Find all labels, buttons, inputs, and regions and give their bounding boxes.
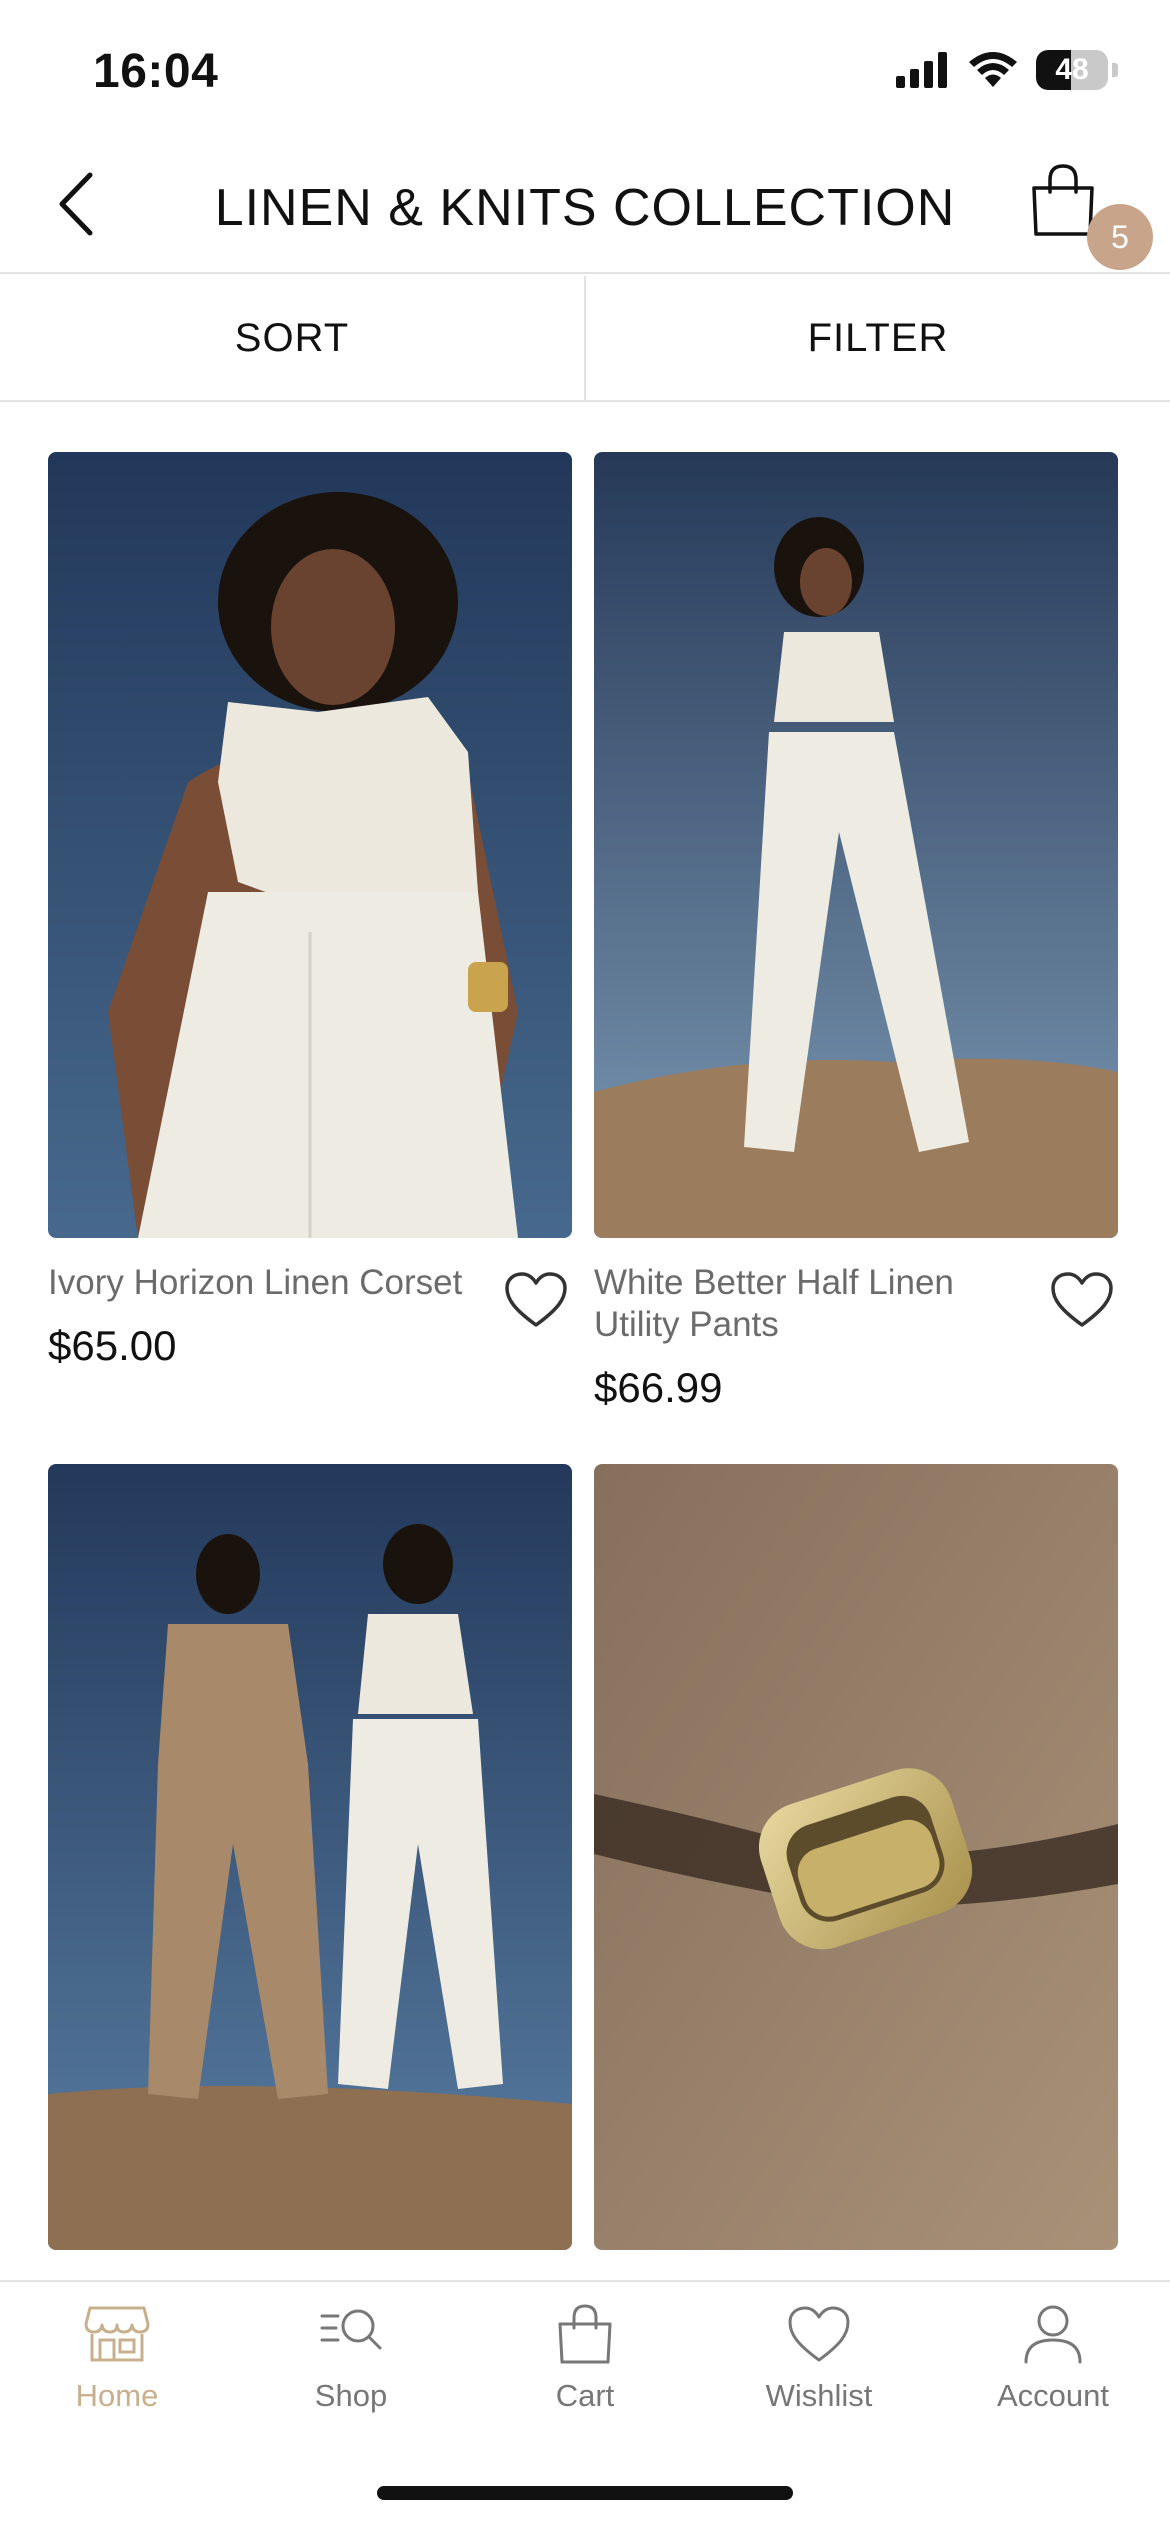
- wishlist-button[interactable]: [1048, 1266, 1116, 1334]
- storefront-icon: [84, 2306, 150, 2362]
- heart-icon: [1051, 1272, 1113, 1327]
- product-price: $66.99: [594, 1364, 723, 1411]
- product-image[interactable]: [48, 452, 572, 1238]
- product-name[interactable]: White Better Half Linen Utility Pants: [594, 1262, 1024, 1346]
- cellular-signal-icon: [896, 52, 947, 88]
- product-photo-duo: [48, 1464, 572, 2250]
- product-photo-pants: [594, 452, 1118, 1238]
- page-title: LINEN & KNITS COLLECTION: [214, 179, 956, 237]
- product-image[interactable]: [48, 1464, 572, 2250]
- wishlist-button[interactable]: [502, 1266, 570, 1334]
- tab-home[interactable]: Home: [0, 2304, 234, 2444]
- cart-count-badge: 5: [1087, 204, 1153, 270]
- tab-label: Cart: [555, 2378, 615, 2413]
- home-indicator[interactable]: [377, 2486, 793, 2500]
- status-bar: 16:04 48: [0, 0, 1170, 140]
- product-photo-cuff: [594, 1464, 1118, 2250]
- tab-label: Account: [996, 2378, 1109, 2413]
- product-photo-corset: [48, 452, 572, 1238]
- search-list-icon: [320, 2309, 382, 2350]
- shopping-bag-icon: [558, 2304, 612, 2364]
- tab-wishlist[interactable]: Wishlist: [702, 2304, 936, 2444]
- filter-button[interactable]: FILTER: [586, 276, 1170, 400]
- tab-shop[interactable]: Shop: [234, 2304, 468, 2444]
- product-name[interactable]: Ivory Horizon Linen Corset: [48, 1262, 478, 1304]
- tab-label: Home: [75, 2378, 159, 2413]
- header: LINEN & KNITS COLLECTION 5: [0, 140, 1170, 274]
- battery-cap: [1112, 63, 1118, 77]
- heart-icon: [788, 2306, 850, 2362]
- product-image[interactable]: [594, 452, 1118, 1238]
- sort-button[interactable]: SORT: [0, 276, 584, 400]
- status-icons: 48: [896, 50, 1118, 90]
- heart-icon: [505, 1272, 567, 1327]
- tab-label: Wishlist: [765, 2378, 873, 2413]
- tab-label: Shop: [314, 2378, 388, 2413]
- tab-cart[interactable]: Cart: [468, 2304, 702, 2444]
- user-icon: [1024, 2305, 1082, 2364]
- product-price: $65.00: [48, 1322, 177, 1369]
- wifi-icon: [969, 52, 1017, 87]
- status-time: 16:04: [93, 45, 219, 98]
- product-image[interactable]: [594, 1464, 1118, 2250]
- sort-filter-bar: SORT FILTER: [0, 276, 1170, 402]
- battery-icon: 48: [1036, 50, 1108, 90]
- tab-account[interactable]: Account: [936, 2304, 1170, 2444]
- battery-level: 48: [1055, 53, 1089, 86]
